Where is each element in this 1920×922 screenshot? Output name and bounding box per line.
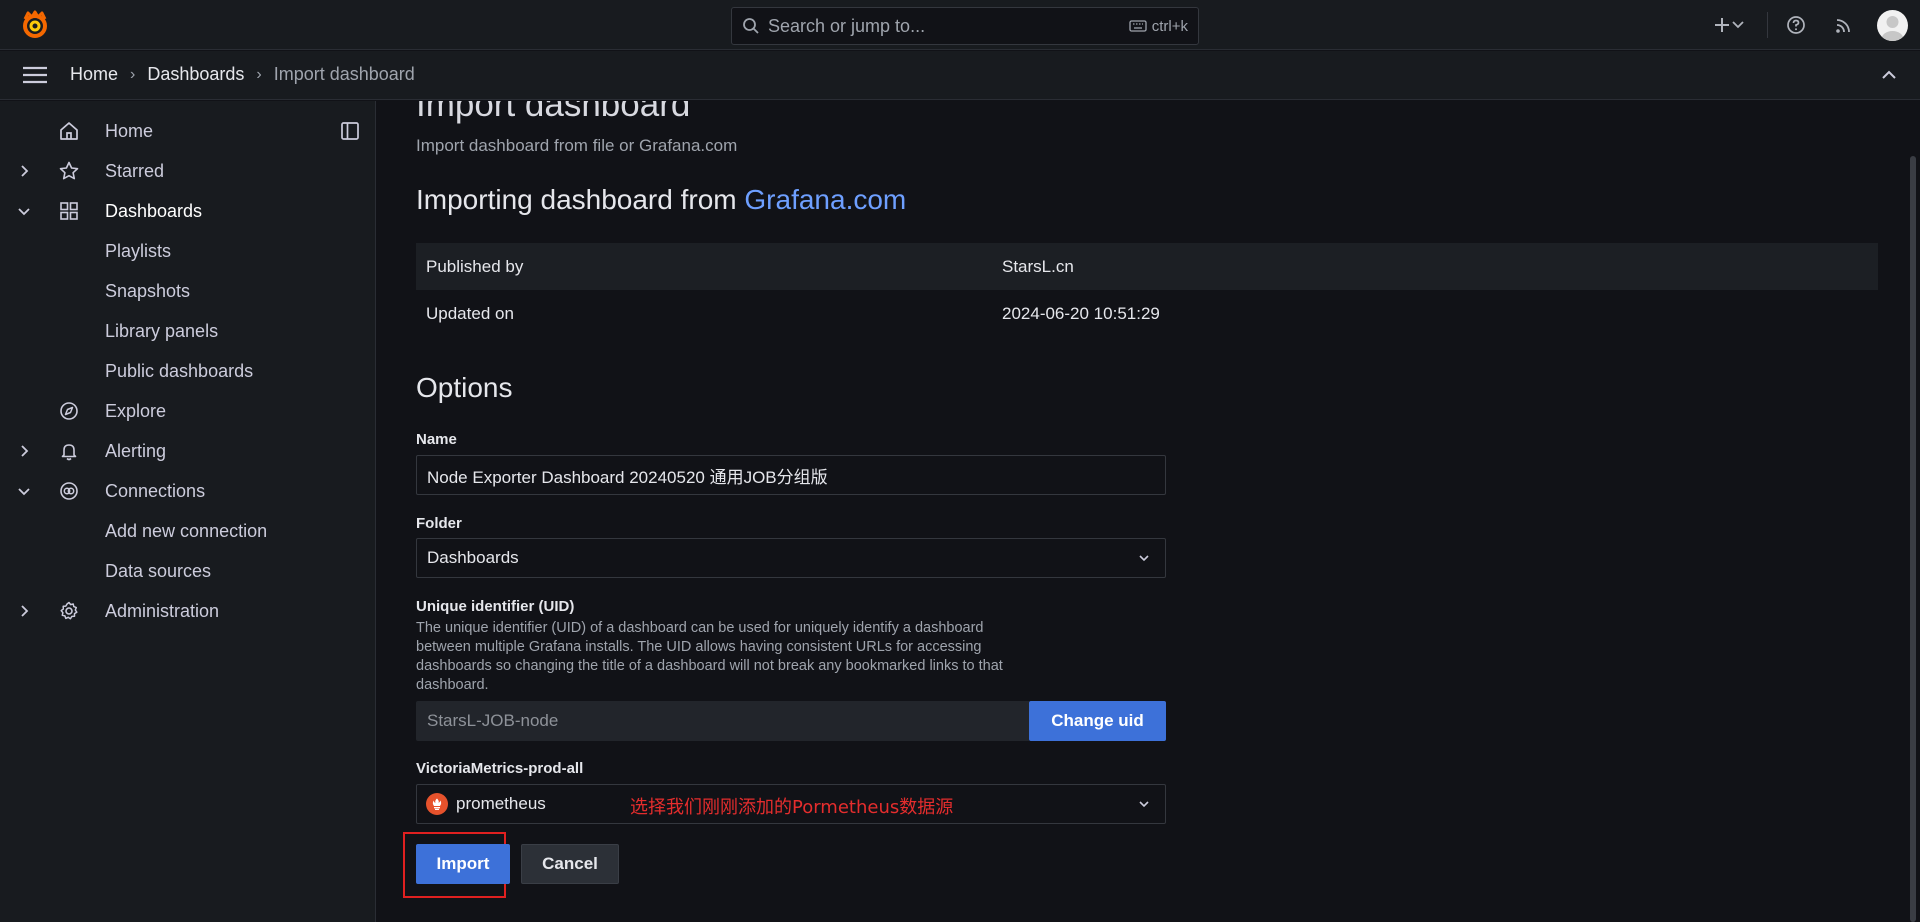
sidebar-item-label: Alerting <box>105 440 167 461</box>
sidebar-item-administration[interactable]: Administration <box>0 593 376 629</box>
sidebar-item-label: Library panels <box>105 320 219 341</box>
sidebar-item-playlists[interactable]: Playlists <box>0 233 376 269</box>
uid-label: Unique identifier (UID) <box>416 598 575 615</box>
importing-heading: Importing dashboard from Grafana.com <box>416 184 906 216</box>
main-content: Import dashboard Import dashboard from f… <box>377 101 1920 922</box>
page-subtitle: Import dashboard from file or Grafana.co… <box>416 136 738 155</box>
info-key: Updated on <box>426 303 514 323</box>
chevron-right-icon[interactable] <box>16 163 32 179</box>
sidebar: Home Starred Dashboards Playlists Snapsh… <box>0 101 376 922</box>
keyboard-icon <box>1129 20 1147 32</box>
chevron-up-icon[interactable] <box>1878 64 1900 86</box>
datasource-annotation: 选择我们刚刚添加的Pormetheus数据源 <box>630 797 954 818</box>
rss-icon[interactable] <box>1832 13 1856 37</box>
home-icon <box>58 120 80 142</box>
prometheus-icon <box>426 793 448 815</box>
sidebar-item-label: Add new connection <box>105 520 268 541</box>
breadcrumb-separator: › <box>256 65 262 83</box>
name-input[interactable]: Node Exporter Dashboard 20240520 通用JOB分组… <box>416 455 1166 495</box>
folder-label: Folder <box>416 515 462 532</box>
sidebar-item-label: Explore <box>105 400 167 421</box>
chevron-down-icon[interactable] <box>1730 13 1746 37</box>
sidebar-item-label: Starred <box>105 160 165 181</box>
apps-icon <box>58 200 80 222</box>
chevron-right-icon[interactable] <box>16 603 32 619</box>
grafana-logo-icon[interactable] <box>19 9 51 41</box>
shortcut-label: ctrl+k <box>1151 17 1188 35</box>
breadcrumb-current: Import dashboard <box>273 64 415 84</box>
datasource-label: VictoriaMetrics-prod-all <box>416 760 584 777</box>
datasource-value: prometheus <box>456 794 546 813</box>
sidebar-item-alerting[interactable]: Alerting <box>0 433 376 469</box>
user-avatar[interactable] <box>1877 10 1908 41</box>
uid-input: StarsL-JOB-node <box>416 701 1029 741</box>
info-key: Published by <box>426 256 524 276</box>
breadcrumb-dashboards[interactable]: Dashboards <box>147 64 244 85</box>
toolbar-divider <box>1767 12 1768 38</box>
sidebar-item-label: Administration <box>105 600 220 621</box>
sidebar-item-starred[interactable]: Starred <box>0 153 376 189</box>
sidebar-item-label: Connections <box>105 480 206 501</box>
info-row-published-by: Published by StarsL.cn <box>416 243 1878 290</box>
importing-prefix: Importing dashboard from <box>416 184 745 215</box>
bell-icon <box>58 440 80 462</box>
sidebar-item-home[interactable]: Home <box>0 113 376 149</box>
name-value: Node Exporter Dashboard 20240520 通用JOB分组… <box>427 467 828 487</box>
page-title: Import dashboard <box>416 101 691 124</box>
menu-icon[interactable] <box>22 65 48 85</box>
sidebar-item-connections[interactable]: Connections <box>0 473 376 509</box>
breadcrumb-separator: › <box>130 65 136 83</box>
sidebar-item-snapshots[interactable]: Snapshots <box>0 273 376 309</box>
info-value: StarsL.cn <box>1002 256 1074 276</box>
folder-select[interactable]: Dashboards <box>416 538 1166 578</box>
import-button[interactable]: Import <box>416 844 510 884</box>
sidebar-item-data-sources[interactable]: Data sources <box>0 553 376 589</box>
chevron-down-icon[interactable] <box>16 203 32 219</box>
sidebar-item-label: Home <box>105 120 154 141</box>
star-icon <box>58 160 80 182</box>
info-value: 2024-06-20 10:51:29 <box>1002 303 1160 323</box>
chevron-right-icon[interactable] <box>16 443 32 459</box>
sidebar-item-label: Snapshots <box>105 280 191 301</box>
folder-value: Dashboards <box>427 548 519 567</box>
chevron-down-icon <box>1137 551 1151 565</box>
sidebar-item-label: Playlists <box>105 240 172 261</box>
search-bar[interactable]: Search or jump to... ctrl+k <box>731 7 1199 45</box>
scrollbar[interactable] <box>1910 156 1916 922</box>
breadcrumb: Home › Dashboards › Import dashboard <box>70 64 415 85</box>
sidebar-item-label: Data sources <box>105 560 212 581</box>
sidebar-item-library-panels[interactable]: Library panels <box>0 313 376 349</box>
link-icon <box>58 480 80 502</box>
chevron-down-icon <box>1137 797 1151 811</box>
search-icon <box>742 17 760 35</box>
uid-value: StarsL-JOB-node <box>427 711 559 730</box>
compass-icon <box>58 400 80 422</box>
sidebar-item-label: Dashboards <box>105 200 203 221</box>
sidebar-item-explore[interactable]: Explore <box>0 393 376 429</box>
info-row-updated-on: Updated on 2024-06-20 10:51:29 <box>416 290 1878 337</box>
sidebar-item-label: Public dashboards <box>105 360 254 381</box>
help-icon[interactable] <box>1784 13 1808 37</box>
search-shortcut: ctrl+k <box>1129 18 1188 35</box>
cog-icon <box>58 600 80 622</box>
top-bar: Search or jump to... ctrl+k <box>0 0 1920 50</box>
cancel-button[interactable]: Cancel <box>521 844 619 884</box>
sidebar-item-dashboards[interactable]: Dashboards <box>0 193 376 229</box>
breadcrumb-bar: Home › Dashboards › Import dashboard <box>0 51 1920 100</box>
breadcrumb-home[interactable]: Home <box>70 64 118 85</box>
sidebar-item-add-new-connection[interactable]: Add new connection <box>0 513 376 549</box>
dashboard-info-table: Published by StarsL.cn Updated on 2024-0… <box>416 243 1878 337</box>
name-label: Name <box>416 431 457 448</box>
chevron-down-icon[interactable] <box>16 483 32 499</box>
options-heading: Options <box>416 372 513 403</box>
sidebar-item-public-dashboards[interactable]: Public dashboards <box>0 353 376 389</box>
search-placeholder: Search or jump to... <box>768 15 926 36</box>
grafana-com-link[interactable]: Grafana.com <box>744 184 906 215</box>
uid-description: The unique identifier (UID) of a dashboa… <box>416 620 1003 693</box>
change-uid-button[interactable]: Change uid <box>1029 701 1166 741</box>
